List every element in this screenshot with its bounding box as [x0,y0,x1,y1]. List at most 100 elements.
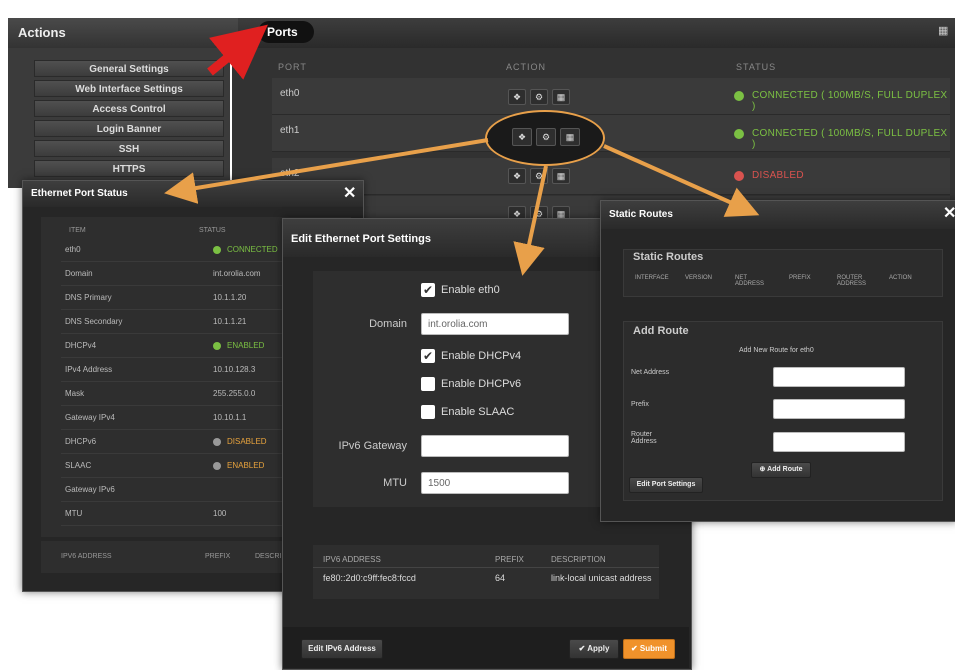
prefix-label: Prefix [631,401,649,408]
table-row: eth1 CONNECTED ( 100MB/S, FULL DUPLEX ) [272,115,950,152]
item-value: CONNECTED [213,245,278,254]
item-value-text: 10.10.1.1 [213,413,247,422]
table-row: DNS Secondary 10.1.1.21 [61,311,311,334]
router-address-label: Router Address [631,431,657,445]
sidebar-item-access-control[interactable]: Access Control [34,100,224,117]
ipv6-description-cell: link-local unicast address [551,573,652,583]
column-header-interface: INTERFACE [635,275,669,281]
item-value-text: CONNECTED [227,245,278,254]
enable-slaac-label: Enable SLAAC [441,406,515,418]
port-name: eth0 [280,88,300,99]
ipv6-prefix-cell: 64 [495,573,506,583]
info-icon[interactable]: ❖ [508,168,526,184]
enable-eth0-checkbox[interactable]: ✔ [421,283,435,297]
item-value-text: ENABLED [227,341,265,350]
grid-icon[interactable]: ▦ [938,24,952,37]
table-row: DNS Primary 10.1.1.20 [61,287,311,310]
column-header-action: ACTION [889,275,912,281]
item-value: 10.1.1.21 [213,317,246,326]
item-label: eth0 [65,245,81,254]
item-value: 10.10.1.1 [213,413,246,422]
table-row: eth2 ❖ ⚙ ▦ DISABLED [272,158,950,195]
gear-icon[interactable]: ⚙ [530,168,548,184]
info-icon[interactable]: ❖ [508,89,526,105]
mtu-field[interactable]: 1500 [421,472,569,494]
enable-slaac-checkbox[interactable] [421,405,435,419]
item-label: Gateway IPv6 [65,485,115,494]
dialog-title: Static Routes [601,201,955,229]
mtu-label: MTU [383,477,407,489]
item-value-text: 255.255.0.0 [213,389,256,398]
enable-dhcpv6-checkbox[interactable] [421,377,435,391]
item-label: Mask [65,389,85,398]
column-header-description: DESCRIPTION [551,555,606,564]
table-row: MTU 100 [61,503,311,526]
item-label: IPv4 Address [65,365,113,374]
edit-ipv6-address-button[interactable]: Edit IPv6 Address [301,639,383,659]
divider [313,567,659,568]
column-header-ipv6-address: IPV6 ADDRESS [61,553,112,560]
grid-icon[interactable]: ▦ [552,168,570,184]
table-row: DHCPv4 ENABLED [61,335,311,358]
item-value-text: DISABLED [227,437,267,446]
enable-dhcpv4-checkbox[interactable]: ✔ [421,349,435,363]
router-address-field[interactable] [773,432,905,452]
item-value: 10.10.128.3 [213,365,255,374]
sidebar-item-web-interface-settings[interactable]: Web Interface Settings [34,80,224,97]
port-status: CONNECTED ( 100MB/S, FULL DUPLEX ) [752,90,948,112]
table-row: eth0 ❖ ⚙ ▦ CONNECTED ( 100MB/S, FULL DUP… [272,78,950,115]
column-header-prefix: PREFIX [205,553,231,560]
ipv6-address-cell: fe80::2d0:c9ff:fec8:fccd [323,573,416,583]
sidebar-item-general-settings[interactable]: General Settings [34,60,224,77]
table-row: Domain int.orolia.com [61,263,311,286]
ipv6-address-table [313,545,659,599]
actions-title: Actions [8,18,238,48]
grid-icon[interactable]: ▦ [560,128,580,146]
column-header-version: VERSION [685,275,713,281]
tab-ports[interactable]: Ports [258,21,314,43]
table-row: IPv4 Address 10.10.128.3 [61,359,311,382]
ipv6-gateway-label: IPv6 Gateway [338,440,407,452]
item-value-text: 10.1.1.21 [213,317,247,326]
status-dot [213,341,221,350]
item-value: ENABLED [213,341,264,350]
section-title: Add Route [633,325,689,337]
table-row: eth0 CONNECTED [61,239,311,262]
ipv6-gateway-field[interactable] [421,435,569,457]
column-header-prefix: PREFIX [789,275,811,281]
net-address-field[interactable] [773,367,905,387]
item-value-text: int.orolia.com [213,269,261,278]
item-label: SLAAC [65,461,92,470]
item-label: DNS Primary [65,293,112,302]
enable-eth0-label: Enable eth0 [441,284,500,296]
submit-button[interactable]: ✔ Submit [623,639,675,659]
grid-icon[interactable]: ▦ [552,89,570,105]
table-row: DHCPv6 DISABLED [61,431,311,454]
gear-icon[interactable]: ⚙ [530,89,548,105]
close-icon[interactable]: ✕ [343,183,356,203]
item-value-text: 10.10.128.3 [213,365,256,374]
item-value: ENABLED [213,461,264,470]
info-icon[interactable]: ❖ [512,128,532,146]
gear-icon[interactable]: ⚙ [536,128,556,146]
port-status: CONNECTED ( 100MB/S, FULL DUPLEX ) [752,128,948,150]
item-label: Gateway IPv4 [65,413,115,422]
section-title: Static Routes [633,251,704,263]
table-row: SLAAC ENABLED [61,455,311,478]
item-value: int.orolia.com [213,269,261,278]
prefix-field[interactable] [773,399,905,419]
add-route-button[interactable]: ⊕ Add Route [751,462,811,478]
table-row: Gateway IPv6 [61,479,311,502]
sidebar-item-https[interactable]: HTTPS [34,160,224,177]
close-icon[interactable]: ✕ [943,203,955,223]
edit-port-settings-button[interactable]: Edit Port Settings [629,477,703,493]
sidebar-item-ssh[interactable]: SSH [34,140,224,157]
domain-field[interactable]: int.orolia.com [421,313,569,335]
item-value-text: 100 [213,509,227,518]
domain-label: Domain [369,318,407,330]
item-label: MTU [65,509,83,518]
table-row: Gateway IPv4 10.10.1.1 [61,407,311,430]
item-value-text: ENABLED [227,461,265,470]
sidebar-item-login-banner[interactable]: Login Banner [34,120,224,137]
apply-button[interactable]: ✔ Apply [569,639,619,659]
